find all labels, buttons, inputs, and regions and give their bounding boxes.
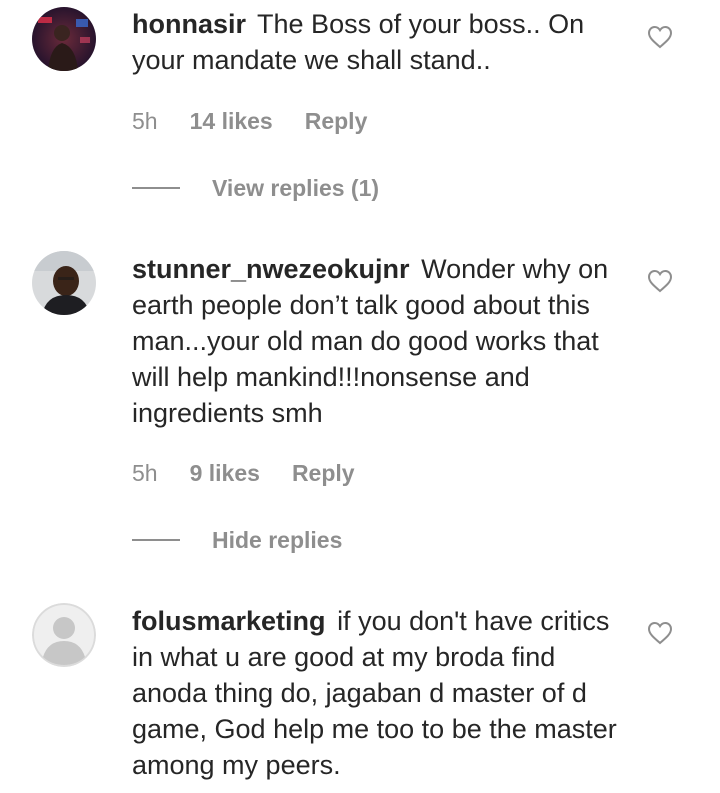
comment-body: folusmarketing if you don't have critics… bbox=[132, 603, 622, 783]
likes-count-link[interactable]: 9 likes bbox=[190, 460, 260, 487]
likes-count-link[interactable]: 14 likes bbox=[190, 108, 273, 135]
comment-username[interactable]: folusmarketing bbox=[132, 606, 326, 636]
default-avatar-icon bbox=[32, 603, 96, 667]
avatar-image bbox=[32, 7, 96, 71]
thread-divider bbox=[132, 187, 180, 189]
comment-username[interactable]: stunner_nwezeokujnr bbox=[132, 254, 410, 284]
avatar[interactable] bbox=[32, 251, 96, 315]
comment-meta: 5h 14 likes Reply bbox=[132, 106, 367, 136]
comment-meta: 5h 9 likes Reply bbox=[132, 458, 355, 488]
comment-username[interactable]: honnasir bbox=[132, 9, 246, 39]
comment-body: honnasir The Boss of your boss.. On your… bbox=[132, 6, 622, 78]
avatar[interactable] bbox=[32, 603, 96, 667]
heart-icon[interactable] bbox=[647, 621, 673, 645]
view-replies-button[interactable]: View replies (1) bbox=[132, 173, 379, 203]
avatar-image bbox=[32, 251, 96, 315]
comment-body: stunner_nwezeokujnr Wonder why on earth … bbox=[132, 251, 622, 431]
comment-time: 5h bbox=[132, 459, 158, 486]
view-replies-label: View replies (1) bbox=[212, 174, 380, 201]
reply-button[interactable]: Reply bbox=[305, 108, 368, 135]
heart-icon[interactable] bbox=[647, 269, 673, 293]
heart-icon[interactable] bbox=[647, 25, 673, 49]
hide-replies-label: Hide replies bbox=[212, 526, 343, 553]
avatar[interactable] bbox=[32, 7, 96, 71]
reply-button[interactable]: Reply bbox=[292, 460, 355, 487]
comment-time: 5h bbox=[132, 107, 158, 134]
hide-replies-button[interactable]: Hide replies bbox=[132, 525, 342, 555]
thread-divider bbox=[132, 539, 180, 541]
